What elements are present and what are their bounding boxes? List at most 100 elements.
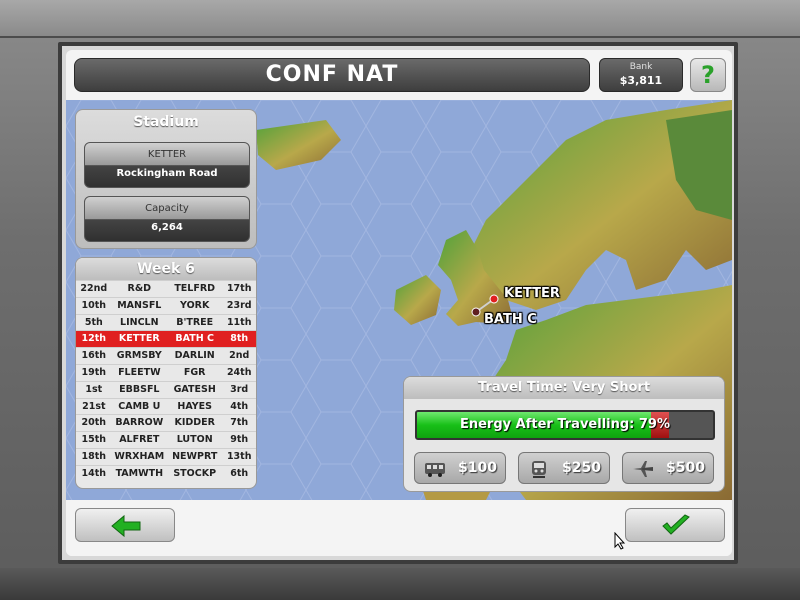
fixture-home: GRMSBY — [116, 350, 162, 362]
fixture-home-pos: 20th — [81, 417, 107, 429]
page-title: CONF NAT — [74, 58, 590, 92]
fixture-home-pos: 16th — [81, 350, 107, 362]
capacity-value: 6,264 — [151, 222, 183, 233]
coach-icon — [425, 463, 445, 477]
away-marker — [471, 307, 481, 317]
fixture-away-pos: 17th — [226, 283, 252, 294]
frame-top — [0, 0, 800, 38]
fixture-row: 20th BARROW KIDDER 7th — [76, 414, 256, 431]
fixture-home: BARROW — [115, 417, 164, 429]
fixture-away: B'TREE — [176, 316, 214, 328]
fixture-home-pos: 15th — [81, 434, 107, 446]
fixture-home: MANSFL — [117, 299, 162, 311]
fixture-away-pos: 3rd — [230, 383, 249, 395]
fixture-home-pos: 19th — [81, 366, 107, 378]
capacity-label: Capacity — [145, 203, 189, 214]
stadium-capacity-box: Capacity 6,264 — [84, 196, 250, 242]
fixture-home: TAMWTH — [115, 467, 164, 479]
stadium-title: Stadium — [133, 114, 199, 130]
fixture-row: 15th ALFRET LUTON 9th — [76, 431, 256, 448]
fixture-row: 19th FLEETW FGR 24th — [76, 363, 256, 381]
fixture-home-pos: 18th — [81, 450, 107, 462]
stadium-panel: Stadium KETTER Rockingham Road Capacity … — [75, 109, 257, 249]
accept-button[interactable] — [625, 508, 725, 542]
fixtures-title: Week 6 — [76, 258, 256, 280]
energy-bar: Energy After Travelling: 79% — [415, 410, 715, 440]
stadium-team: KETTER — [147, 149, 187, 160]
fixture-row: 22nd R&D TELFRD 17th — [76, 280, 256, 297]
back-arrow-icon — [111, 514, 141, 538]
energy-text: Energy After Travelling: 79% — [459, 417, 671, 432]
fixture-home-pos: 10th — [81, 299, 107, 311]
mouse-cursor-icon — [614, 532, 626, 550]
fixture-row: 5th LINCLN B'TREE 11th — [76, 313, 256, 331]
fixture-away: GATESH — [173, 383, 216, 395]
plane-price: $500 — [666, 460, 705, 476]
fixture-row: 10th MANSFL YORK 23rd — [76, 296, 256, 314]
stadium-name-box: KETTER Rockingham Road — [84, 142, 250, 188]
fixture-home-pos: 22nd — [80, 283, 108, 294]
travel-coach-button[interactable]: $100 — [414, 452, 506, 484]
home-marker — [489, 294, 499, 304]
fixture-away: DARLIN — [174, 350, 215, 362]
coach-price: $100 — [458, 460, 497, 476]
fixture-away: STOCKP — [173, 467, 217, 479]
fixture-row: 14th TAMWTH STOCKP 6th — [76, 464, 256, 482]
stadium-ground: Rockingham Road — [116, 168, 218, 179]
fixture-away-pos: 9th — [230, 434, 249, 446]
fixture-home-pos: 1st — [85, 383, 103, 395]
help-button[interactable]: ? — [690, 58, 726, 92]
back-button[interactable] — [75, 508, 175, 542]
away-location-label: BATH C — [484, 312, 537, 327]
travel-plane-button[interactable]: $500 — [622, 452, 714, 484]
fixture-home-pos: 12th — [81, 333, 107, 345]
fixture-home: KETTER — [118, 333, 160, 345]
fixture-home: WRXHAM — [114, 450, 165, 462]
fixture-away-pos: 6th — [230, 467, 249, 479]
fixture-home: ALFRET — [119, 434, 160, 446]
train-icon — [532, 461, 546, 478]
fixture-away-pos: 4th — [230, 400, 249, 412]
plane-icon — [633, 461, 653, 477]
fixture-away: LUTON — [176, 434, 213, 446]
fixture-away-pos: 13th — [226, 450, 252, 462]
fixture-home-pos: 21st — [82, 400, 106, 412]
fixture-home-pos: 5th — [84, 316, 103, 328]
fixture-home: R&D — [127, 283, 152, 294]
fixture-away-pos: 8th — [230, 333, 249, 345]
checkmark-icon — [662, 514, 690, 535]
travel-train-button[interactable]: $250 — [518, 452, 610, 484]
bank-display: Bank $3,811 — [599, 58, 683, 92]
fixture-row: 12th KETTER BATH C 8th — [76, 330, 256, 348]
home-location-label: KETTER — [504, 286, 560, 301]
fixture-away: BATH C — [175, 333, 214, 345]
fixture-away: TELFRD — [174, 283, 216, 294]
frame-bottom — [0, 568, 800, 600]
fixture-away: NEWPRT — [172, 450, 218, 462]
fixture-away: HAYES — [177, 400, 212, 412]
fixture-away-pos: 24th — [226, 366, 252, 378]
bank-value: $3,811 — [619, 74, 663, 87]
fixture-away-pos: 2nd — [229, 350, 250, 362]
fixture-home-pos: 14th — [81, 467, 107, 479]
fixture-home: LINCLN — [120, 316, 159, 328]
fixture-home: EBBSFL — [119, 383, 160, 395]
bank-label: Bank — [629, 62, 653, 72]
travel-panel: Travel Time: Very Short Energy After Tra… — [403, 376, 725, 492]
fixture-away: KIDDER — [174, 417, 215, 429]
fixture-home: CAMB U — [118, 400, 161, 412]
travel-time-title: Travel Time: Very Short — [404, 377, 724, 399]
fixture-row: 18th WRXHAM NEWPRT 13th — [76, 447, 256, 465]
fixtures-table: Week 6 22nd R&D TELFRD 17th 10th MANSFL YORK 23… — [75, 257, 257, 489]
fixture-away: YORK — [180, 299, 210, 311]
fixture-away: FGR — [183, 366, 206, 378]
fixture-home: FLEETW — [118, 366, 161, 378]
fixture-row: 16th GRMSBY DARLIN 2nd — [76, 347, 256, 364]
fixture-away-pos: 23rd — [226, 299, 252, 311]
fixtures-rows: 22nd R&D TELFRD 17th 10th MANSFL YORK 23rd 5th LI… — [76, 280, 256, 482]
fixture-away-pos: 11th — [226, 316, 252, 328]
fixture-row: 1st EBBSFL GATESH 3rd — [76, 380, 256, 398]
fixture-away-pos: 7th — [230, 417, 249, 429]
train-price: $250 — [562, 460, 601, 476]
fixture-row: 21st CAMB U HAYES 4th — [76, 397, 256, 415]
